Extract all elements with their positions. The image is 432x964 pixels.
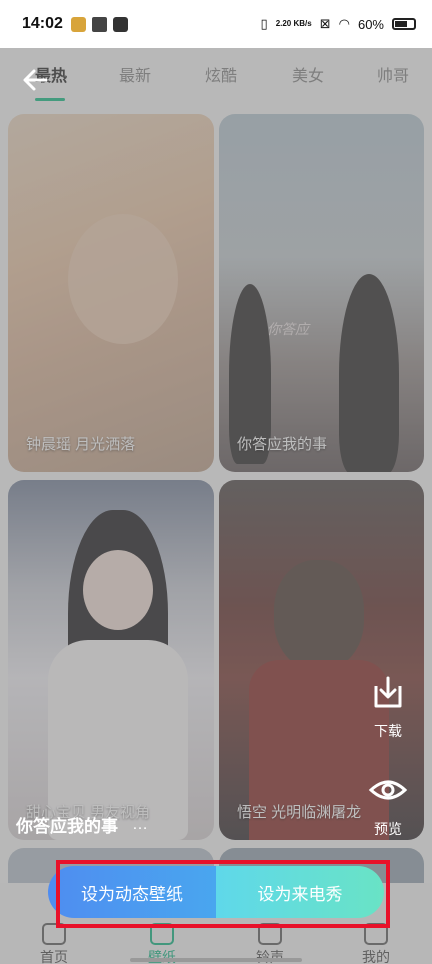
network-speed: 2.20 KB/s: [275, 19, 312, 28]
back-arrow-icon[interactable]: [18, 62, 54, 98]
set-actions-bar: 设为动态壁纸 设为来电秀: [48, 866, 384, 918]
set-caller-show-button[interactable]: 设为来电秀: [216, 866, 384, 918]
preview-title: 你答应我的事: [16, 817, 118, 836]
message-icon: [112, 16, 128, 32]
download-label: 下载: [374, 723, 402, 739]
battery-icon: [392, 18, 416, 30]
eye-icon: [368, 780, 408, 800]
crown-icon: [91, 16, 107, 32]
notification-icons: [70, 16, 128, 32]
wifi-icon: ◠: [338, 16, 350, 31]
download-button[interactable]: 下载: [360, 672, 416, 741]
preview-label: 预览: [374, 821, 402, 837]
wallpaper-app: 最热 最新 炫酷 美女 帅哥 钟晨瑶 月光洒落 你答应 你答应我的事 甜心宝贝 …: [0, 48, 432, 964]
status-right: ▯ 2.20 KB/s ⊠ ◠ 60%: [261, 16, 416, 32]
battery-percent: 60%: [357, 16, 384, 32]
sim-icon: ⊠: [319, 16, 331, 31]
more-button[interactable]: …: [132, 816, 150, 834]
app-notification-icon: [70, 16, 86, 32]
vibrate-icon: ▯: [260, 16, 268, 31]
home-indicator: [130, 958, 302, 962]
download-icon: [374, 676, 402, 708]
preview-title-row: 你答应我的事 …: [16, 812, 150, 837]
preview-button[interactable]: 预览: [360, 770, 416, 839]
status-bar: 14:02 ▯ 2.20 KB/s ⊠ ◠ 60%: [0, 0, 432, 48]
set-live-wallpaper-button[interactable]: 设为动态壁纸: [48, 866, 216, 918]
status-time: 14:02: [22, 15, 63, 32]
